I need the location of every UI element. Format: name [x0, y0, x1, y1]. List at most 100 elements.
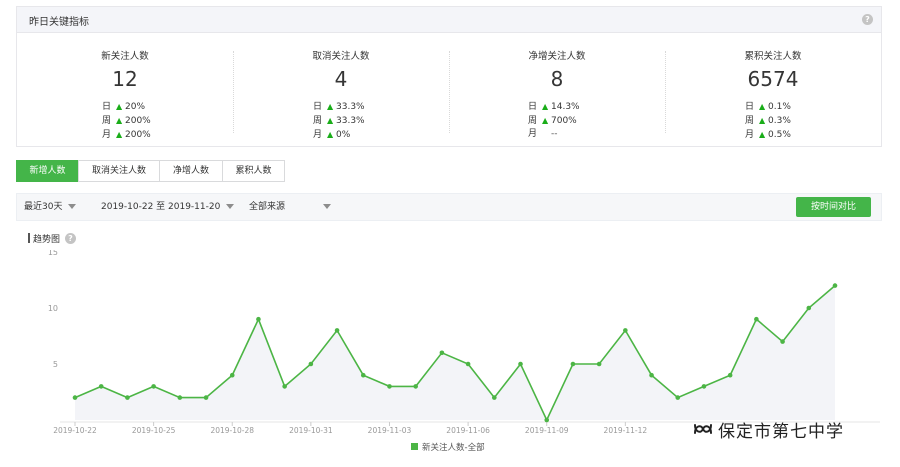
- data-point: [151, 384, 156, 389]
- metric-label: 新关注人数: [101, 51, 149, 62]
- tab-unfollow[interactable]: 取消关注人数: [78, 160, 160, 182]
- tab-net[interactable]: 净增人数: [159, 160, 223, 182]
- y-tick-label: 5: [53, 360, 58, 369]
- data-point: [413, 384, 418, 389]
- metric-total-followers: 累积关注人数 6574 日 ▲ 0.1% 周 ▲ 0.3% 月 ▲ 0.5%: [665, 33, 881, 147]
- metric-row-day: 日 ▲ 33.3%: [313, 102, 365, 112]
- data-point: [754, 316, 759, 322]
- x-tick-label: 2019-10-31: [289, 426, 333, 435]
- data-point: [701, 384, 707, 389]
- metric-row-day: 日 ▲ 14.3%: [528, 102, 580, 112]
- metric-row-week: 周 ▲ 33.3%: [313, 116, 365, 126]
- data-point: [308, 361, 314, 367]
- data-point: [596, 361, 602, 367]
- data-point: [518, 361, 523, 367]
- legend-swatch: [411, 443, 418, 450]
- metric-row-day: 日 ▲ 0.1%: [745, 102, 791, 112]
- data-point: [387, 384, 392, 389]
- x-tick-label: 2019-10-28: [210, 426, 254, 435]
- metric-value: 8: [550, 67, 564, 91]
- data-point: [282, 384, 287, 389]
- metric-row-month: 月 ▲ 0.5%: [745, 130, 791, 140]
- filter-bar: 最近30天 2019-10-22 至 2019-11-20 全部来源 按时间对比: [16, 193, 882, 221]
- data-point: [623, 328, 628, 333]
- caret-down-icon: [323, 204, 332, 209]
- arrow-up-icon: ▲: [327, 130, 334, 139]
- range-select[interactable]: 最近30天: [24, 194, 77, 220]
- metric-rows: 日 ▲ 33.3% 周 ▲ 33.3% 月 ▲ 0%: [313, 100, 365, 142]
- data-point: [229, 372, 235, 378]
- data-point: [334, 328, 340, 333]
- series-area: [75, 285, 835, 420]
- caret-down-icon: [226, 204, 235, 209]
- panel-title: 昨日关键指标: [29, 17, 89, 28]
- arrow-up-icon: ▲: [759, 116, 766, 125]
- chart-title: 趋势图: [28, 232, 60, 245]
- data-point: [492, 395, 497, 400]
- metric-rows: 日 ▲ 20% 周 ▲ 200% 月 ▲ 200%: [102, 100, 151, 142]
- arrow-up-icon: ▲: [542, 102, 549, 111]
- metric-rows: 日 ▲ 0.1% 周 ▲ 0.3% 月 ▲ 0.5%: [745, 100, 791, 142]
- source-select[interactable]: 全部来源: [249, 194, 332, 220]
- compare-by-time-button[interactable]: 按时间对比: [796, 197, 871, 217]
- key-metrics-panel: 昨日关键指标 ? 新关注人数 12 日 ▲ 20% 周 ▲ 200% 月 ▲ 200% 取消…: [16, 6, 882, 147]
- metric-rows: 日 ▲ 14.3% 周 ▲ 700% 月 --: [528, 100, 580, 141]
- caret-down-icon: [68, 204, 77, 209]
- help-icon[interactable]: ?: [65, 233, 76, 244]
- data-point: [806, 305, 812, 311]
- metric-unfollowers: 取消关注人数 4 日 ▲ 33.3% 周 ▲ 33.3% 月 ▲ 0%: [233, 33, 449, 147]
- data-point: [360, 372, 366, 378]
- metric-row-week: 周 ▲ 0.3%: [745, 116, 791, 126]
- data-point: [649, 372, 654, 378]
- tab-new[interactable]: 新增人数: [16, 160, 79, 182]
- data-point: [675, 395, 681, 400]
- legend-label: 新关注人数-全部: [422, 442, 485, 453]
- metric-label: 累积关注人数: [744, 51, 802, 62]
- arrow-up-icon: ▲: [116, 102, 123, 111]
- arrow-up-icon: ▲: [116, 130, 123, 139]
- tab-total[interactable]: 累积人数: [222, 160, 285, 182]
- metric-value: 6574: [747, 67, 799, 91]
- data-point: [570, 361, 576, 367]
- metric-row-week: 周 ▲ 200%: [102, 116, 151, 126]
- x-tick-label: 2019-11-03: [368, 426, 412, 435]
- data-point: [98, 384, 104, 389]
- arrow-up-icon: ▲: [327, 116, 334, 125]
- x-tick-label: 2019-11-09: [525, 426, 569, 435]
- x-tick-label: 2019-11-06: [446, 426, 490, 435]
- metric-new-followers: 新关注人数 12 日 ▲ 20% 周 ▲ 200% 月 ▲ 200%: [17, 33, 233, 147]
- date-range-picker[interactable]: 2019-10-22 至 2019-11-20: [101, 194, 235, 220]
- data-point: [177, 395, 183, 400]
- x-tick-label: 2019-10-25: [132, 426, 176, 435]
- data-point: [727, 372, 733, 378]
- data-point: [544, 417, 550, 423]
- data-point: [439, 350, 445, 356]
- data-point: [125, 395, 130, 400]
- metric-value: 12: [112, 67, 138, 91]
- arrow-up-icon: ▲: [116, 116, 123, 125]
- metric-label: 取消关注人数: [312, 51, 370, 62]
- watermark: 保定市第七中学: [692, 417, 844, 442]
- arrow-up-icon: ▲: [759, 102, 766, 111]
- data-point: [256, 316, 261, 322]
- metric-net-followers: 净增关注人数 8 日 ▲ 14.3% 周 ▲ 700% 月 --: [449, 33, 665, 147]
- x-tick-label: 2019-11-12: [604, 426, 648, 435]
- metric-row-month: 月 ▲ 0%: [313, 130, 351, 140]
- data-point: [72, 395, 78, 400]
- metric-label: 净增关注人数: [528, 51, 586, 62]
- watermark-text: 保定市第七中学: [718, 421, 844, 442]
- data-point: [780, 339, 785, 344]
- panel-header: 昨日关键指标 ?: [17, 7, 881, 33]
- arrow-up-icon: ▲: [327, 102, 334, 111]
- x-tick-label: 2019-10-22: [53, 426, 97, 435]
- data-point: [203, 395, 209, 400]
- help-icon[interactable]: ?: [862, 14, 873, 25]
- y-tick-label: 15: [48, 250, 58, 257]
- wechat-channel-icon: [694, 424, 712, 434]
- y-tick-label: 10: [48, 304, 58, 313]
- metric-row-day: 日 ▲ 20%: [102, 102, 146, 112]
- data-point: [832, 283, 838, 288]
- metric-row-month: 月 --: [528, 129, 558, 139]
- arrow-up-icon: ▲: [759, 130, 766, 139]
- metric-row-month: 月 ▲ 200%: [102, 130, 151, 140]
